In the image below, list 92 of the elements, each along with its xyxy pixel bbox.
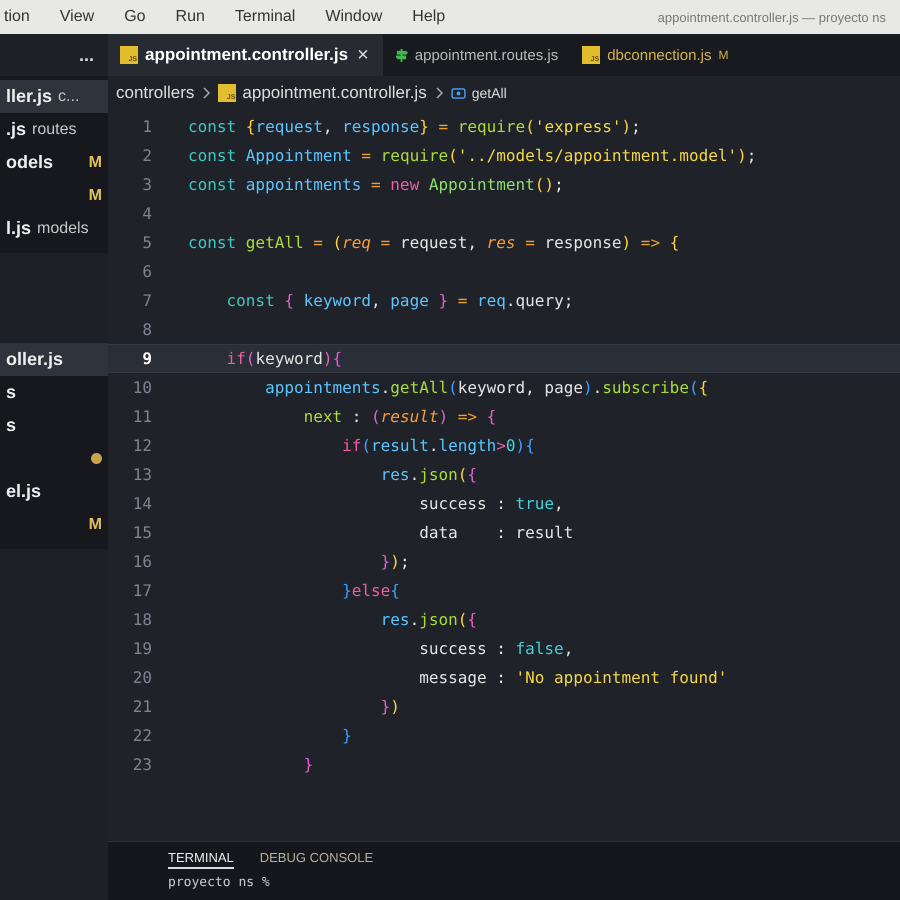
- folder-label: routes: [32, 120, 76, 138]
- line-number: 15: [132, 523, 153, 542]
- code-line: res.json({: [380, 465, 478, 484]
- file-item[interactable]: odels M: [0, 146, 108, 179]
- line-number: 5: [141, 233, 153, 252]
- folder-label: models: [37, 220, 89, 238]
- code-line: const Appointment = require('../models/appointment.model');: [188, 146, 756, 165]
- line-number: 7: [141, 291, 153, 310]
- code-line: const appointments = new Appointment();: [188, 175, 564, 194]
- file-name: el.js: [6, 481, 42, 502]
- line-number: 1: [141, 117, 153, 136]
- window-title: appointment.controller.js — proyecto ns: [658, 10, 887, 24]
- code-line: data : result: [419, 523, 574, 542]
- line-number: 19: [132, 639, 153, 658]
- line-number: 11: [132, 407, 153, 426]
- line-number: 14: [132, 494, 153, 513]
- status-letter: M: [88, 516, 102, 534]
- code-line: success : true,: [419, 494, 564, 513]
- status-letter: M: [718, 48, 728, 62]
- tab-label: appointment.controller.js: [145, 45, 348, 65]
- file-item[interactable]: oller.js: [0, 343, 108, 376]
- line-number: 3: [141, 175, 153, 194]
- panel-tab[interactable]: TERMINAL: [168, 848, 234, 869]
- file-item[interactable]: M: [0, 179, 108, 212]
- more-button[interactable]: ...: [74, 44, 98, 66]
- line-number: 6: [141, 262, 153, 281]
- line-number: 2: [141, 146, 153, 165]
- file-item[interactable]: el.js: [0, 475, 108, 508]
- code-line: }: [342, 726, 352, 745]
- file-item[interactable]: s: [0, 409, 108, 442]
- line-number: 23: [132, 755, 153, 774]
- menu-item[interactable]: Go: [124, 8, 146, 26]
- menu-item[interactable]: tion: [4, 8, 30, 26]
- code-line: res.json({: [380, 610, 478, 629]
- symbol-icon: [450, 88, 466, 98]
- file-item[interactable]: .js routes: [0, 113, 108, 146]
- file-name: odels: [6, 152, 54, 173]
- line-number: 20: [132, 668, 153, 687]
- menu-item[interactable]: View: [60, 8, 94, 26]
- file-item[interactable]: M: [0, 508, 108, 541]
- tab-label: appointment.routes.js: [414, 46, 558, 64]
- line-number: 10: [132, 378, 153, 397]
- line-number: 4: [141, 204, 153, 223]
- line-number: 12: [132, 436, 153, 455]
- menu-item[interactable]: Run: [176, 8, 205, 26]
- terminal-prompt: proyecto ns %: [168, 875, 271, 890]
- line-number: 22: [132, 726, 153, 745]
- editor-tab[interactable]: appointment.routes.js: [382, 34, 570, 76]
- file-item[interactable]: s: [0, 376, 108, 409]
- file-item[interactable]: ller.js c...: [0, 80, 108, 113]
- code-line: const getAll = (req = request, res = response) => {: [188, 233, 680, 252]
- code-line: if(result.length>0){: [342, 436, 535, 455]
- line-number: 21: [132, 697, 153, 716]
- breadcrumb-item[interactable]: controllers: [116, 83, 194, 103]
- folder-label: c...: [58, 88, 80, 106]
- line-number: 18: [132, 610, 153, 629]
- code-line: });: [380, 552, 410, 571]
- breadcrumb-item[interactable]: getAll: [450, 85, 507, 101]
- line-number: 17: [132, 581, 153, 600]
- file-name: ller.js: [6, 86, 52, 107]
- chevron-icon: [202, 87, 210, 99]
- line-number: 8: [141, 320, 153, 339]
- code-line: success : false,: [419, 639, 574, 658]
- menu-item[interactable]: Help: [412, 8, 446, 26]
- file-name: l.js: [6, 218, 32, 239]
- code-line: const { keyword, page } = req.query;: [226, 291, 574, 310]
- menu-item[interactable]: Window: [325, 8, 382, 26]
- file-name: s: [6, 382, 16, 403]
- close-button[interactable]: ×: [355, 44, 371, 66]
- code-line: const {request, response} = require('express');: [188, 117, 641, 136]
- code-line: }else{: [342, 581, 400, 600]
- file-name: oller.js: [6, 349, 64, 370]
- code-line: if(keyword){: [226, 349, 342, 368]
- panel-tab[interactable]: DEBUG CONSOLE: [260, 848, 374, 869]
- signpost-icon: [394, 48, 408, 62]
- code-line: }): [380, 697, 400, 716]
- file-name: s: [6, 415, 16, 436]
- file-item[interactable]: l.js models: [0, 212, 108, 245]
- code-line: }: [304, 755, 314, 774]
- file-name: .js: [6, 119, 26, 140]
- tab-label: dbconnection.js: [607, 46, 712, 64]
- chevron-icon: [434, 87, 443, 99]
- modified-dot-icon: [91, 453, 102, 464]
- code-line: next : (result) => {: [304, 407, 496, 426]
- line-number: 13: [132, 465, 153, 484]
- status-letter: M: [88, 154, 102, 172]
- code-line: appointments.getAll(keyword, page).subscribe({: [265, 378, 708, 397]
- line-number: 9: [141, 349, 153, 368]
- line-number: 16: [132, 552, 153, 571]
- status-letter: M: [88, 186, 102, 204]
- menu-item[interactable]: Terminal: [234, 8, 296, 26]
- code-line: message : 'No appointment found': [419, 668, 728, 687]
